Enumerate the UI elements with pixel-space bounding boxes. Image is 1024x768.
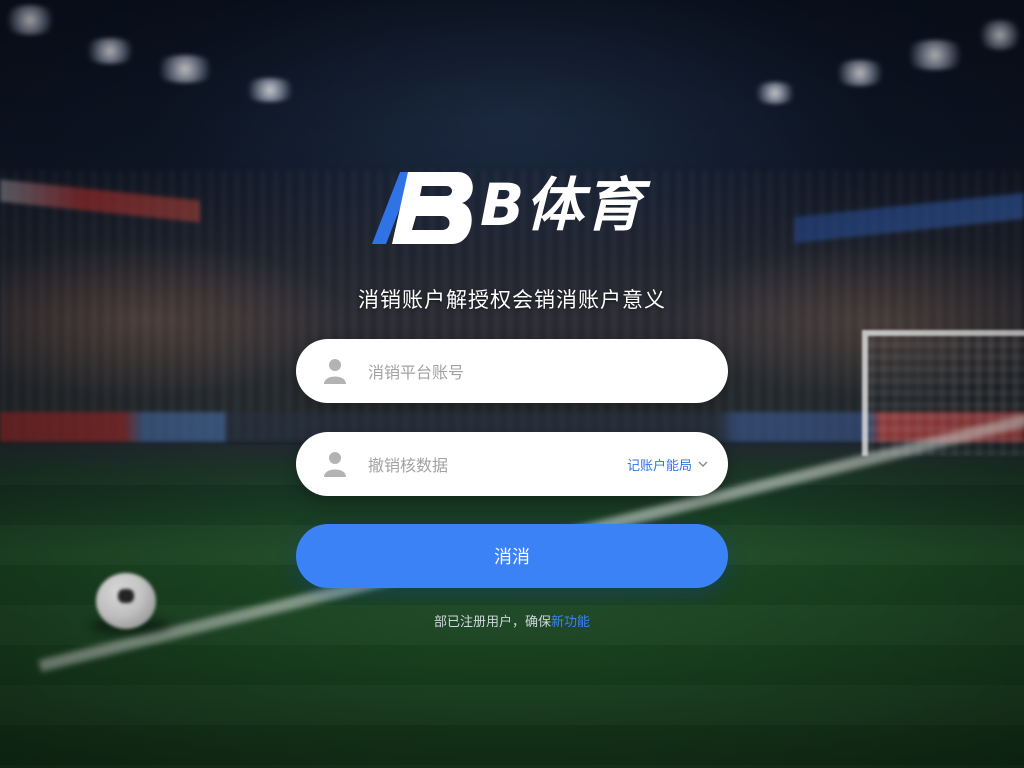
footer-text: 部已注册用户，确保	[433, 615, 551, 630]
dropdown-label: 记账户能局	[626, 458, 692, 474]
account-input[interactable]	[366, 351, 660, 393]
page-subtitle: 消销账户解授权会销消账户意义	[358, 288, 666, 312]
brand-name: B体育	[480, 171, 644, 239]
dropdown-select[interactable]: 记账户能局	[627, 453, 708, 475]
brand-logo: B体育	[370, 160, 670, 246]
account-field[interactable]	[296, 339, 728, 403]
user-icon	[324, 359, 346, 384]
secondary-field[interactable]: 记账户能局	[296, 432, 728, 496]
submit-button[interactable]: 消消	[296, 524, 728, 588]
jb-logo-mark	[372, 172, 473, 244]
chevron-down-icon	[698, 461, 708, 467]
secondary-input[interactable]	[366, 444, 660, 486]
footer-link[interactable]: 新功能	[551, 615, 590, 630]
footer-note: 部已注册用户，确保新功能	[0, 611, 1024, 630]
user-icon	[324, 452, 346, 477]
